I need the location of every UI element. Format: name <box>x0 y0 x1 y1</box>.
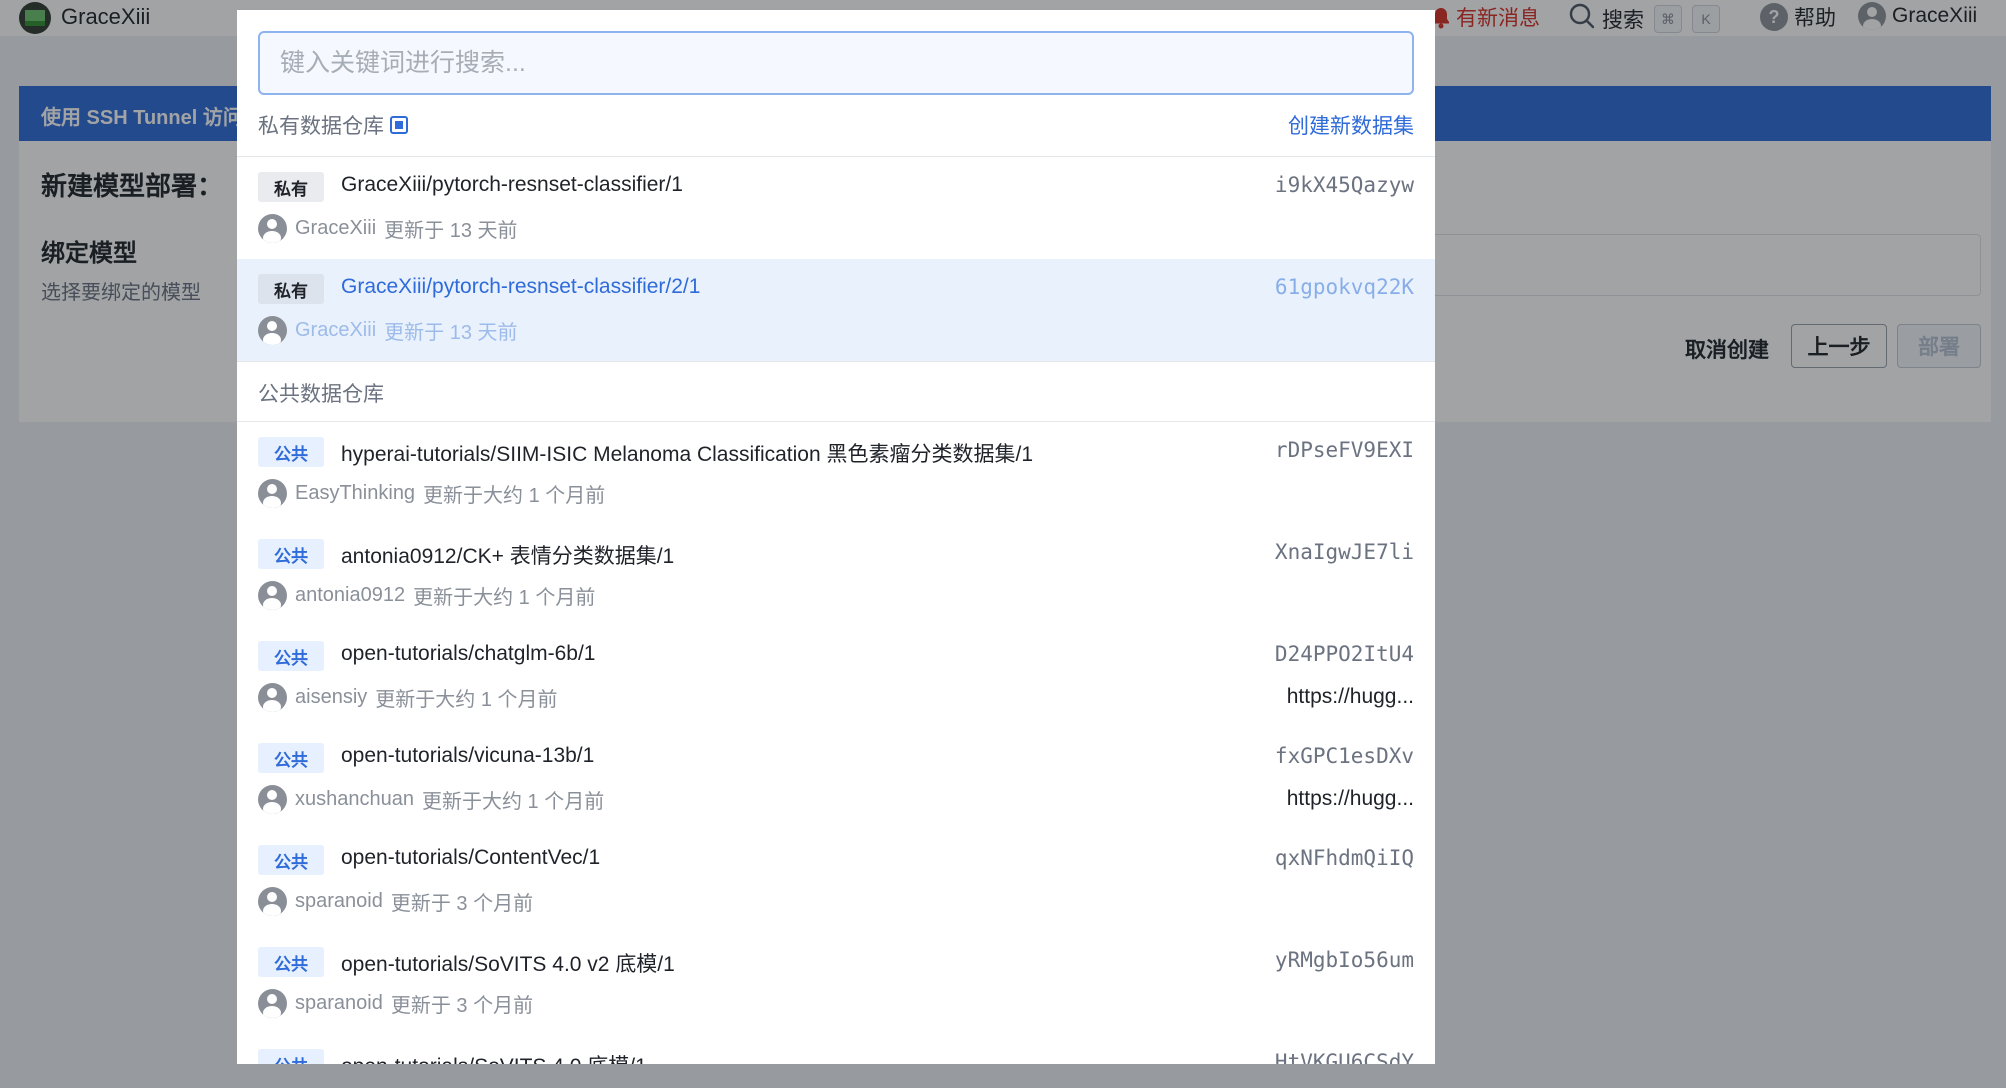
dataset-meta: xushanchuan 更新于大约 1 个月前 <box>258 785 604 814</box>
private-section-header: 私有数据仓库 <box>258 110 408 140</box>
dataset-id: fxGPC1esDXv <box>1274 744 1414 768</box>
dataset-meta: GraceXiii 更新于 13 天前 <box>258 316 518 345</box>
dataset-meta: aisensiy 更新于大约 1 个月前 <box>258 683 558 712</box>
dataset-updated: 更新于大约 1 个月前 <box>423 485 606 507</box>
list-item[interactable]: 公共 open-tutorials/ContentVec/1 qxNFhdmQi… <box>237 830 1435 932</box>
dataset-owner: xushanchuan <box>295 788 414 810</box>
dataset-updated: 更新于 13 天前 <box>384 220 518 242</box>
dataset-meta: antonia0912 更新于大约 1 个月前 <box>258 581 595 610</box>
dataset-owner: EasyThinking <box>295 482 416 504</box>
list-item[interactable]: 公共 open-tutorials/SoVITS 4.0 底模/1 HtVKGU… <box>237 1034 1435 1064</box>
dataset-updated: 更新于 3 个月前 <box>390 995 534 1017</box>
user-avatar-icon <box>258 785 287 814</box>
user-avatar-icon <box>258 683 287 712</box>
dataset-meta: sparanoid 更新于 3 个月前 <box>258 887 533 916</box>
dataset-name: open-tutorials/vicuna-13b/1 <box>341 744 595 767</box>
dataset-search-modal: 私有数据仓库 创建新数据集 私有 GraceXiii/pytorch-resns… <box>237 10 1435 1064</box>
list-item[interactable]: 公共 open-tutorials/vicuna-13b/1 fxGPC1esD… <box>237 728 1435 830</box>
dataset-name: GraceXiii/pytorch-resnset-classifier/2/1 <box>341 275 701 298</box>
search-input[interactable] <box>260 33 1412 93</box>
public-section-title: 公共数据仓库 <box>258 383 384 406</box>
dataset-meta: sparanoid 更新于 3 个月前 <box>258 989 533 1018</box>
dataset-id: D24PPO2ItU4 <box>1274 642 1414 666</box>
user-avatar-icon <box>258 214 287 243</box>
list-item[interactable]: 私有 GraceXiii/pytorch-resnset-classifier/… <box>237 157 1435 259</box>
dataset-owner: sparanoid <box>295 992 383 1014</box>
dataset-owner: GraceXiii <box>295 319 377 341</box>
dataset-id: qxNFhdmQiIQ <box>1274 846 1414 870</box>
public-badge: 公共 <box>258 947 324 977</box>
dataset-meta: EasyThinking 更新于大约 1 个月前 <box>258 479 605 508</box>
dataset-id: HtVKGU6CSdY <box>1274 1050 1414 1064</box>
search-box[interactable] <box>258 31 1414 95</box>
private-badge: 私有 <box>258 172 324 202</box>
dataset-name: open-tutorials/chatglm-6b/1 <box>341 642 596 665</box>
dataset-name: open-tutorials/SoVITS 4.0 v2 底模/1 <box>341 953 675 976</box>
dataset-name: open-tutorials/ContentVec/1 <box>341 846 601 869</box>
dataset-meta: GraceXiii 更新于 13 天前 <box>258 214 518 243</box>
public-section-header: 公共数据仓库 <box>258 378 384 408</box>
user-avatar-icon <box>258 581 287 610</box>
dataset-owner: aisensiy <box>295 686 368 708</box>
dataset-name: hyperai-tutorials/SIIM-ISIC Melanoma Cla… <box>341 443 1034 466</box>
dataset-id: i9kX45Qazyw <box>1274 173 1414 197</box>
list-item[interactable]: 公共 hyperai-tutorials/SIIM-ISIC Melanoma … <box>237 422 1435 524</box>
user-avatar-icon <box>258 989 287 1018</box>
dataset-owner: GraceXiii <box>295 217 377 239</box>
dataset-id: rDPseFV9EXI <box>1274 438 1414 462</box>
dataset-owner: antonia0912 <box>295 584 406 606</box>
dataset-updated: 更新于 13 天前 <box>384 322 518 344</box>
public-badge: 公共 <box>258 845 324 875</box>
public-badge: 公共 <box>258 743 324 773</box>
user-avatar-icon <box>258 887 287 916</box>
external-link-icon[interactable] <box>390 116 408 134</box>
dataset-owner: sparanoid <box>295 890 383 912</box>
dataset-name: antonia0912/CK+ 表情分类数据集/1 <box>341 545 675 568</box>
public-badge: 公共 <box>258 641 324 671</box>
user-avatar-icon <box>258 316 287 345</box>
private-badge: 私有 <box>258 274 324 304</box>
list-item[interactable]: 公共 open-tutorials/SoVITS 4.0 v2 底模/1 yRM… <box>237 932 1435 1034</box>
list-item-selected[interactable]: 私有 GraceXiii/pytorch-resnset-classifier/… <box>237 259 1435 361</box>
dataset-updated: 更新于大约 1 个月前 <box>421 791 605 813</box>
divider <box>237 361 1435 362</box>
dataset-updated: 更新于大约 1 个月前 <box>413 587 596 609</box>
dataset-updated: 更新于 3 个月前 <box>390 893 534 915</box>
dataset-id: XnaIgwJE7li <box>1274 540 1414 564</box>
dataset-name: GraceXiii/pytorch-resnset-classifier/1 <box>341 173 683 196</box>
public-badge: 公共 <box>258 539 324 569</box>
list-item[interactable]: 公共 open-tutorials/chatglm-6b/1 D24PPO2It… <box>237 626 1435 728</box>
user-avatar-icon <box>258 479 287 508</box>
private-section-title: 私有数据仓库 <box>258 115 384 138</box>
dataset-source-url: https://hugg... <box>1286 787 1414 810</box>
list-item[interactable]: 公共 antonia0912/CK+ 表情分类数据集/1 XnaIgwJE7li… <box>237 524 1435 626</box>
dataset-source-url: https://hugg... <box>1286 685 1414 708</box>
dataset-id: 61gpokvq22K <box>1274 275 1414 299</box>
create-dataset-link[interactable]: 创建新数据集 <box>1288 110 1414 140</box>
public-badge: 公共 <box>258 437 324 467</box>
public-badge: 公共 <box>258 1049 324 1064</box>
dataset-updated: 更新于大约 1 个月前 <box>375 689 558 711</box>
dataset-id: yRMgbIo56um <box>1274 948 1414 972</box>
dataset-name: open-tutorials/SoVITS 4.0 底模/1 <box>341 1050 647 1064</box>
